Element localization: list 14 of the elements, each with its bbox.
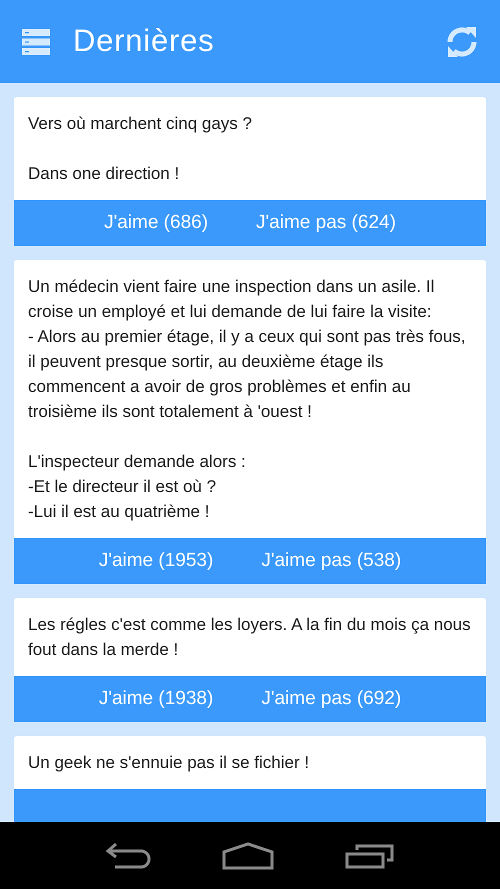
back-icon[interactable]	[105, 842, 152, 868]
recent-apps-icon[interactable]	[344, 842, 395, 868]
like-button[interactable]: J'aime (1953)	[98, 546, 214, 576]
like-button[interactable]: J'aime (1938)	[98, 684, 214, 714]
dislike-button[interactable]: J'aime pas (538)	[261, 546, 402, 576]
joke-text: Les régles c'est comme les loyers. A la fin du mois ça nous fout dans la merde !	[27, 614, 472, 661]
joke-text: Vers où marchent cinq gays ? Dans one direction !	[27, 113, 253, 185]
screen-title: Dernières	[73, 22, 214, 60]
joke-text: Un geek ne s'ennuie pas il se fichier !	[27, 752, 310, 774]
dislike-button[interactable]: J'aime pas (624)	[256, 208, 396, 238]
home-icon[interactable]	[222, 842, 274, 870]
like-button[interactable]: J'aime (686)	[104, 208, 208, 238]
dislike-button[interactable]: J'aime pas (692)	[261, 684, 402, 714]
joke-text: Un médecin vient faire une inspection dans un asile. Il croise un employé et lui demande de lui faire la visite: - Alors au premier étage, il y a ceux qui sont pas très fous, il peuvent presque sortir, au deuxième étage ils commencent a avoir de gros problèmes et enfin au troisième ils sont totalement à 'ouest ! L'inspecteur demande alors : -Et le directeur il est où ? -Lui il est au quatrième !	[27, 276, 466, 523]
